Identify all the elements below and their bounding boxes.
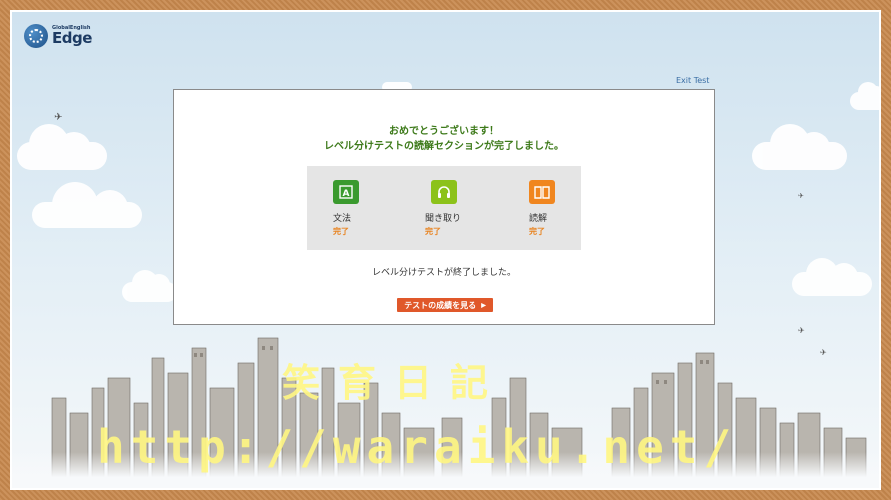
section-listening: 聞き取り 完了 [425,180,505,237]
logo-big-text: Edge [52,29,92,47]
section-status: 完了 [529,227,545,236]
section-label: 文法 [333,214,352,224]
congrats-message: おめでとうございます！ レベル分けテストの読解セクションが完了しました。 [174,124,714,154]
headphones-icon [431,180,457,204]
section-grammar: A 文法 完了 [333,180,413,237]
svg-text:A: A [343,189,350,199]
app-logo[interactable]: GlobalEnglish Edge [24,24,92,48]
cloud [17,124,107,170]
watermark-title: 笑育日記 [282,361,507,405]
cloud [792,258,872,296]
test-complete-dialog: おめでとうございます！ レベル分けテストの読解セクションが完了しました。 A 文… [173,89,715,325]
globe-logo-icon [24,24,48,48]
arrow-right-icon: ▶ [481,302,486,309]
test-finished-text: レベル分けテストが終了しました。 [371,268,516,278]
cloud [850,82,879,110]
sections-panel: A 文法 完了 聞き取り 完了 読解 完了 [307,166,581,250]
section-status: 完了 [425,227,441,236]
bird-icon: ✈ [798,192,804,200]
app-canvas: ✈ ✈ ✈ ✈ GlobalEnglish Edge Exit Test おめで… [10,10,881,490]
bird-icon: ✈ [54,112,63,123]
cloud [122,270,177,302]
photo-frame: ✈ ✈ ✈ ✈ GlobalEnglish Edge Exit Test おめで… [0,0,891,500]
congrats-line-1: おめでとうございます！ [389,126,499,137]
cloud [32,182,142,228]
congrats-line-2: レベル分けテストの読解セクションが完了しました。 [324,141,564,152]
open-book-icon [529,180,555,204]
watermark-url: http://waraiku.net/ [97,420,738,474]
section-reading: 読解 完了 [529,180,609,237]
cloud [752,124,847,170]
section-status: 完了 [333,227,349,236]
grammar-book-icon: A [333,180,359,204]
view-results-button[interactable]: テストの成績を見る ▶ [397,298,493,312]
exit-test-link[interactable]: Exit Test [676,76,709,85]
section-label: 聞き取り [425,214,462,224]
section-label: 読解 [529,214,548,224]
view-results-label: テストの成績を見る [404,300,477,310]
